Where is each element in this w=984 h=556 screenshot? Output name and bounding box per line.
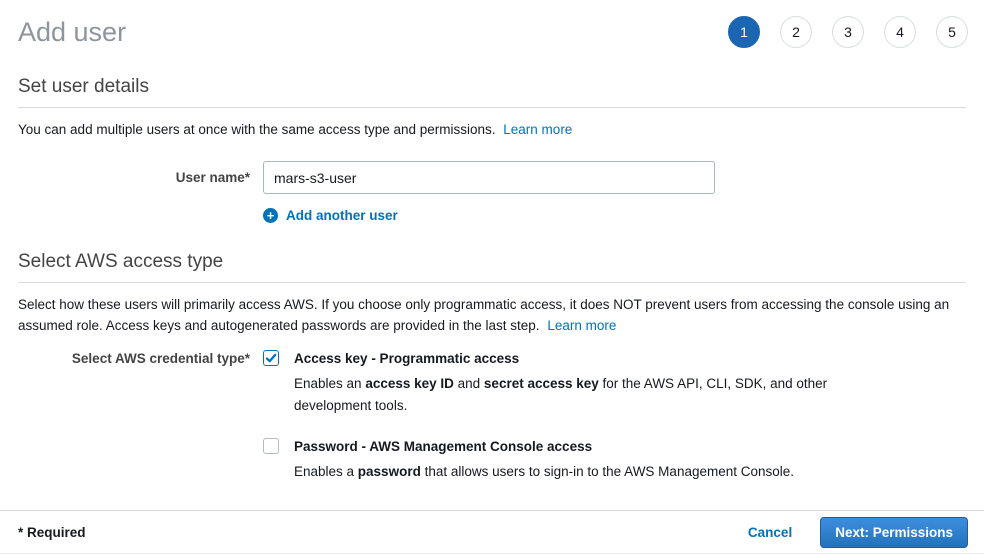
credential-type-row: Select AWS credential type* Access key -… (18, 350, 966, 483)
access-type-learn-more-link[interactable]: Learn more (547, 318, 616, 333)
user-details-learn-more-link[interactable]: Learn more (503, 122, 572, 137)
password-title: Password - AWS Management Console access (294, 439, 592, 454)
checkmark-icon (264, 350, 278, 366)
access-key-desc-bold: access key ID (365, 376, 454, 391)
access-type-section: Select AWS access type Select how these … (0, 223, 984, 483)
username-label: User name* (18, 170, 263, 185)
option-password: Password - AWS Management Console access… (263, 438, 839, 483)
access-type-description-text: Select how these users will primarily ac… (18, 297, 949, 333)
step-3: 3 (832, 16, 864, 48)
credential-options: Access key - Programmatic access Enables… (263, 350, 839, 483)
wizard-footer: * Required Cancel Next: Permissions (0, 510, 984, 554)
credential-type-label: Select AWS credential type* (18, 350, 263, 483)
add-another-user-button[interactable]: + Add another user (263, 208, 398, 223)
password-desc-bold: password (358, 464, 421, 479)
password-desc-text: Enables a (294, 464, 358, 479)
option-password-head[interactable]: Password - AWS Management Console access (263, 438, 839, 454)
cancel-button[interactable]: Cancel (748, 525, 792, 540)
username-input[interactable] (263, 161, 715, 194)
access-key-desc-text: and (454, 376, 484, 391)
add-another-user-label: Add another user (286, 208, 398, 223)
username-row: User name* (18, 161, 966, 194)
password-description: Enables a password that allows users to … (294, 461, 839, 483)
access-key-desc-bold: secret access key (484, 376, 599, 391)
plus-circle-icon: + (263, 208, 278, 223)
access-key-description: Enables an access key ID and secret acce… (294, 373, 839, 416)
page-title: Add user (18, 16, 126, 48)
add-user-wizard: Add user 1 2 3 4 5 Set user details You … (0, 0, 984, 556)
footer-actions: Cancel Next: Permissions (748, 517, 968, 548)
step-5: 5 (936, 16, 968, 48)
step-2: 2 (780, 16, 812, 48)
user-details-heading: Set user details (18, 48, 966, 108)
password-desc-text: that allows users to sign-in to the AWS … (421, 464, 794, 479)
next-permissions-button[interactable]: Next: Permissions (820, 517, 968, 548)
user-details-section: Set user details You can add multiple us… (0, 48, 984, 223)
access-key-checkbox[interactable] (263, 350, 279, 366)
password-checkbox[interactable] (263, 438, 279, 454)
access-key-title: Access key - Programmatic access (294, 351, 519, 366)
option-access-key-head[interactable]: Access key - Programmatic access (263, 350, 839, 366)
user-details-description-text: You can add multiple users at once with … (18, 122, 496, 137)
required-note: * Required (18, 525, 86, 540)
step-4: 4 (884, 16, 916, 48)
access-type-description: Select how these users will primarily ac… (18, 294, 966, 336)
option-access-key: Access key - Programmatic access Enables… (263, 350, 839, 416)
step-1: 1 (728, 16, 760, 48)
page-header: Add user 1 2 3 4 5 (0, 0, 984, 48)
step-indicator: 1 2 3 4 5 (728, 16, 968, 48)
access-type-heading: Select AWS access type (18, 223, 966, 283)
user-details-description: You can add multiple users at once with … (18, 119, 966, 140)
access-key-desc-text: Enables an (294, 376, 365, 391)
